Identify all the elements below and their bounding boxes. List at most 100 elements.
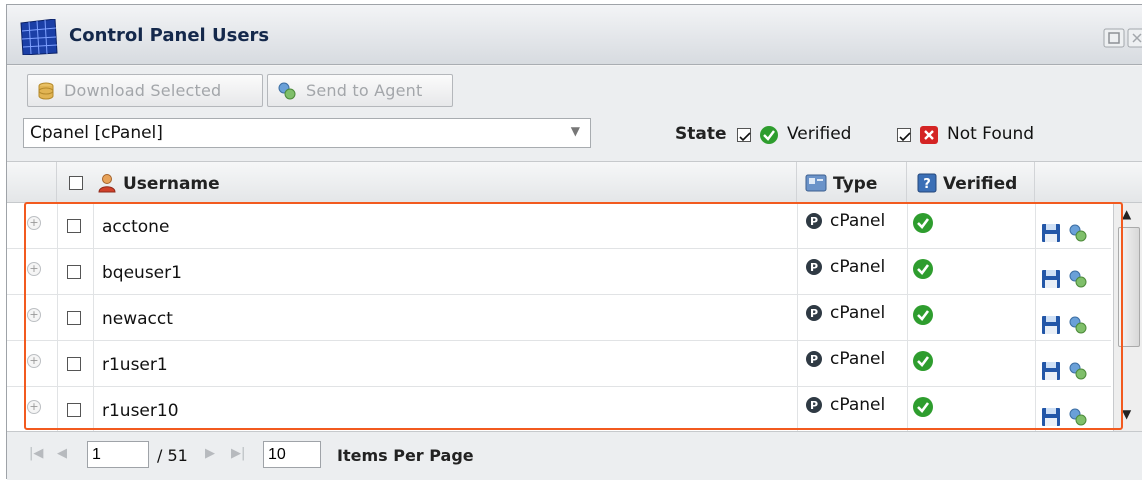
expand-icon[interactable]: + <box>27 354 41 368</box>
verified-check-icon <box>913 305 933 325</box>
grid-scrollbar[interactable]: ▲ ▼ <box>1113 203 1142 431</box>
send-agent-icon[interactable] <box>1067 361 1089 381</box>
row-username: newacct <box>102 309 173 329</box>
send-agent-icon[interactable] <box>1067 315 1089 335</box>
save-disk-icon[interactable] <box>1041 223 1061 243</box>
table-row[interactable]: + r1user10 P cPanel <box>7 387 1111 433</box>
chevron-down-icon[interactable]: ▼ <box>571 124 580 138</box>
control-panel-users-window: Control Panel Users Download Selected Se… <box>6 4 1142 480</box>
state-label: State <box>675 124 727 144</box>
row-type-label: cPanel <box>830 211 886 231</box>
row-type-label: cPanel <box>830 303 886 323</box>
items-per-page-input[interactable] <box>263 441 321 468</box>
database-download-icon <box>38 82 54 99</box>
expand-icon[interactable]: + <box>27 262 41 276</box>
first-page-icon[interactable]: |◀ <box>29 446 43 461</box>
send-agent-icon[interactable] <box>1067 269 1089 289</box>
toolbar: Download Selected Send to Agent <box>7 66 1142 116</box>
row-checkbox[interactable] <box>67 311 81 325</box>
panel-type-select[interactable]: Cpanel [cPanel] ▼ <box>23 118 591 148</box>
table-row[interactable]: + acctone P cPanel <box>7 203 1111 249</box>
grid-body: + acctone P cPanel + bqeuser1 P cPanel +… <box>7 203 1142 433</box>
cpanel-logo-icon: P <box>806 351 822 367</box>
row-checkbox[interactable] <box>67 219 81 233</box>
row-type-label: cPanel <box>830 257 886 277</box>
svg-text:P: P <box>810 399 818 412</box>
expand-icon[interactable]: + <box>27 216 41 230</box>
cpanel-logo-icon: P <box>806 397 822 413</box>
current-page-input[interactable] <box>87 441 149 468</box>
svg-text:P: P <box>810 261 818 274</box>
verified-column-label: Verified <box>943 174 1018 194</box>
row-type-label: cPanel <box>830 349 886 369</box>
not-found-filter-checkbox[interactable] <box>897 128 911 142</box>
send-agent-icon <box>278 82 296 99</box>
select-all-checkbox[interactable] <box>69 176 83 190</box>
send-to-agent-label: Send to Agent <box>306 81 423 100</box>
checkmark-icon <box>739 132 751 142</box>
row-type: P cPanel <box>805 303 885 323</box>
row-checkbox[interactable] <box>67 403 81 417</box>
verified-filter-label: Verified <box>787 124 852 144</box>
header-expander-col <box>7 162 57 204</box>
send-agent-icon[interactable] <box>1067 407 1089 427</box>
cpanel-logo-icon: P <box>806 259 822 275</box>
header-username[interactable]: Username <box>93 162 797 204</box>
close-icon[interactable] <box>1127 28 1142 48</box>
svg-text:P: P <box>810 353 818 366</box>
send-agent-icon[interactable] <box>1067 223 1089 243</box>
svg-text:P: P <box>810 215 818 228</box>
prev-page-icon[interactable]: ◀ <box>57 446 67 461</box>
row-username: acctone <box>102 217 170 237</box>
svg-text:P: P <box>810 307 818 320</box>
maximize-icon[interactable] <box>1103 28 1125 48</box>
username-column-label: Username <box>123 174 220 194</box>
save-disk-icon[interactable] <box>1041 407 1061 427</box>
header-verified[interactable]: Verified <box>907 162 1035 204</box>
grid-header: Username Type ? Verified <box>7 161 1142 204</box>
save-disk-icon[interactable] <box>1041 315 1061 335</box>
download-selected-label: Download Selected <box>64 81 222 100</box>
window-titlebar: Control Panel Users <box>7 5 1142 65</box>
verified-check-icon <box>913 351 933 371</box>
not-found-x-icon <box>920 126 938 144</box>
scroll-thumb[interactable] <box>1118 227 1140 347</box>
verified-check-icon <box>913 397 933 417</box>
table-row[interactable]: + r1user1 P cPanel <box>7 341 1111 387</box>
row-type: P cPanel <box>805 257 885 277</box>
panel-type-select-value: Cpanel [cPanel] <box>30 123 163 143</box>
total-pages-label: / 51 <box>157 446 188 465</box>
scroll-down-icon[interactable]: ▼ <box>1122 407 1131 421</box>
table-row[interactable]: + newacct P cPanel <box>7 295 1111 341</box>
pagination-bar: |◀ ◀ / 51 ▶ ▶| Items Per Page <box>7 431 1142 480</box>
row-username: bqeuser1 <box>102 263 182 283</box>
header-type[interactable]: Type <box>797 162 907 204</box>
verified-check-icon <box>760 126 778 144</box>
last-page-icon[interactable]: ▶| <box>231 446 245 461</box>
expand-icon[interactable]: + <box>27 308 41 322</box>
cpanel-logo-icon: P <box>806 213 822 229</box>
save-disk-icon[interactable] <box>1041 269 1061 289</box>
checkmark-icon <box>899 132 911 142</box>
not-found-filter-label: Not Found <box>947 124 1035 144</box>
row-checkbox[interactable] <box>67 357 81 371</box>
window-title: Control Panel Users <box>69 25 270 46</box>
row-checkbox[interactable] <box>67 265 81 279</box>
row-type: P cPanel <box>805 211 885 231</box>
filter-bar: Cpanel [cPanel] ▼ State Verified Not Fou… <box>7 116 1142 161</box>
cpanel-logo-icon: P <box>806 305 822 321</box>
expand-icon[interactable]: + <box>27 400 41 414</box>
server-grid-icon <box>20 19 58 55</box>
scroll-up-icon[interactable]: ▲ <box>1122 207 1131 221</box>
row-type: P cPanel <box>805 349 885 369</box>
verified-filter-checkbox[interactable] <box>737 128 751 142</box>
table-row[interactable]: + bqeuser1 P cPanel <box>7 249 1111 295</box>
download-selected-button[interactable]: Download Selected <box>27 74 263 107</box>
verified-check-icon <box>913 213 933 233</box>
next-page-icon[interactable]: ▶ <box>205 446 215 461</box>
items-per-page-label: Items Per Page <box>337 446 474 465</box>
send-to-agent-button[interactable]: Send to Agent <box>267 74 453 107</box>
row-username: r1user10 <box>102 401 179 421</box>
row-username: r1user1 <box>102 355 168 375</box>
save-disk-icon[interactable] <box>1041 361 1061 381</box>
